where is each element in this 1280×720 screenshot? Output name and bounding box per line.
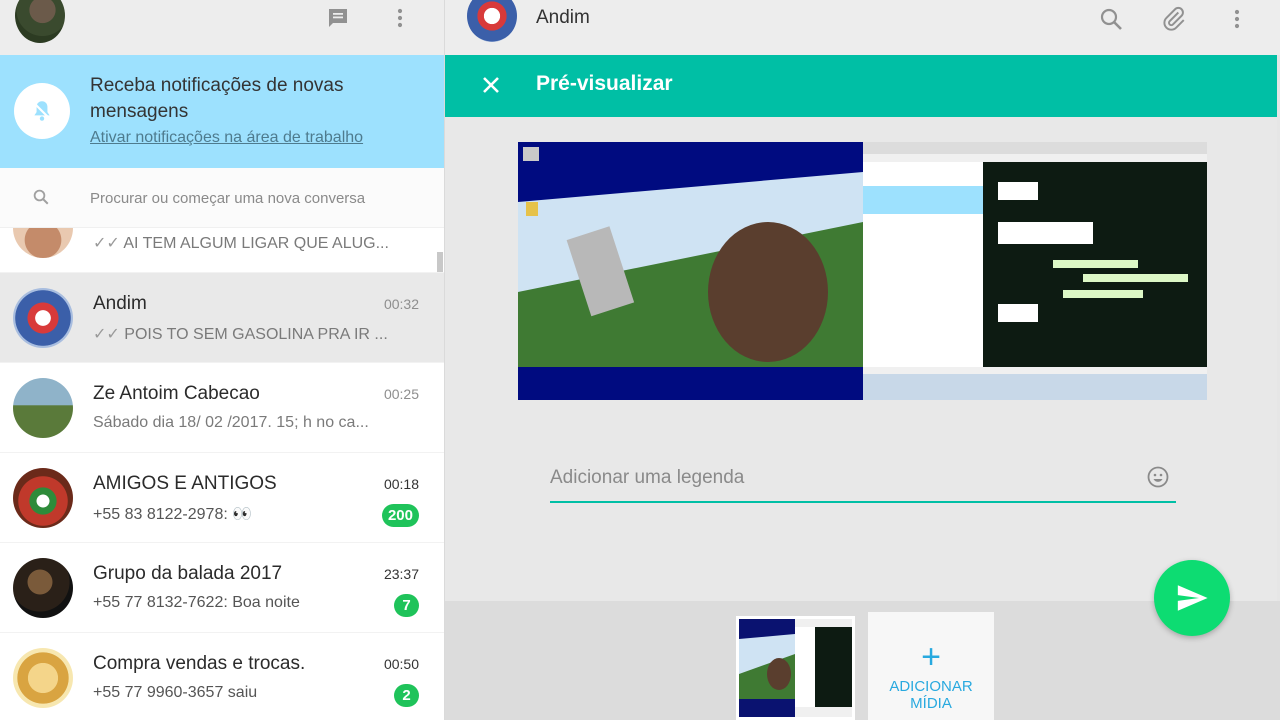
contact-name[interactable]: Andim [536, 7, 590, 29]
chat-name: Andim [93, 293, 147, 314]
send-button[interactable] [1154, 560, 1230, 636]
emoji-icon[interactable] [1146, 465, 1170, 494]
chat-time: 00:25 [383, 386, 419, 402]
avatar [13, 648, 73, 708]
bell-off-icon [14, 83, 70, 139]
unread-badge: 200 [381, 504, 419, 527]
media-preview-image [518, 142, 1207, 400]
my-profile-avatar[interactable] [15, 0, 65, 43]
preview-title: Pré-visualizar [536, 72, 673, 95]
chat-last-message: +55 77 9960-3657 saiu [93, 684, 258, 701]
chat-last-message: +55 83 8122-2978: 👀 [93, 506, 253, 523]
chat-name: AMIGOS E ANTIGOS [93, 473, 277, 494]
chat-time: 00:50 [383, 656, 419, 672]
avatar [13, 558, 73, 618]
add-media-label-line1: ADICIONAR [889, 678, 973, 695]
caption-placeholder: Adicionar uma legenda [550, 467, 745, 488]
conversation-pane: Andim Pré-visualizar Adicionar uma legen… [445, 0, 1280, 720]
chat-last-message: Sábado dia 18/ 02 /2017. 15; h no ca... [93, 414, 369, 431]
avatar [13, 468, 73, 528]
conversation-header: Andim [445, 0, 1280, 55]
chat-list-pane: Receba notificações de novas mensagens A… [0, 0, 445, 720]
add-media-label-line2: MÍDIA [910, 695, 952, 712]
chat-item-amigos[interactable]: AMIGOS E ANTIGOS 00:18 +55 83 8122-2978:… [0, 453, 444, 543]
add-media-button[interactable]: + ADICIONAR MÍDIA [868, 612, 994, 720]
chat-item-compra-vendas[interactable]: Compra vendas e trocas. 00:50 +55 77 996… [0, 633, 444, 720]
chat-name: Grupo da balada 2017 [93, 563, 283, 584]
notification-banner: Receba notificações de novas mensagens A… [0, 55, 444, 168]
contact-avatar[interactable] [467, 0, 517, 42]
chat-name: Ze Antoim Cabecao [93, 383, 260, 404]
left-header [0, 0, 444, 55]
close-icon[interactable] [479, 73, 503, 97]
new-chat-icon[interactable] [326, 6, 350, 30]
chat-time: 23:37 [383, 566, 419, 582]
chat-item-andim[interactable]: Andim 00:32 ✓✓ POIS TO SEM GASOLINA PRA … [0, 273, 444, 363]
chat-time: 00:18 [383, 476, 419, 492]
search-bar[interactable]: Procurar ou começar uma nova conversa [0, 168, 444, 228]
caption-input[interactable]: Adicionar uma legenda [550, 457, 1176, 503]
avatar [13, 378, 73, 438]
menu-icon[interactable] [1224, 6, 1250, 32]
chat-item-ze-antoim[interactable]: Ze Antoim Cabecao 00:25 Sábado dia 18/ 0… [0, 363, 444, 453]
chat-time: 00:32 [383, 296, 419, 312]
search-icon [32, 188, 50, 211]
plus-icon: + [921, 638, 941, 676]
search-icon[interactable] [1098, 6, 1124, 32]
media-thumbnail-strip: + ADICIONAR MÍDIA [445, 601, 1280, 720]
send-icon [1177, 585, 1208, 611]
chat-name: Compra vendas e trocas. [93, 653, 306, 674]
unread-badge: 7 [394, 594, 419, 617]
chat-item[interactable]: ✓✓ AI TEM ALGUM LIGAR QUE ALUG... [0, 228, 444, 273]
notification-title: Receba notificações de novas mensagens [90, 75, 344, 122]
media-thumbnail[interactable] [736, 616, 855, 720]
chat-last-message: ✓✓ AI TEM ALGUM LIGAR QUE ALUG... [93, 235, 389, 252]
chat-item-grupo-balada[interactable]: Grupo da balada 2017 23:37 +55 77 8132-7… [0, 543, 444, 633]
enable-notifications-link[interactable]: Ativar notificações na área de trabalho [90, 129, 363, 147]
avatar [13, 288, 73, 348]
chat-last-message: ✓✓ POIS TO SEM GASOLINA PRA IR ... [93, 326, 388, 343]
attach-icon[interactable] [1161, 6, 1187, 32]
chat-list: ✓✓ AI TEM ALGUM LIGAR QUE ALUG... Andim … [0, 228, 444, 720]
preview-header: Pré-visualizar [445, 55, 1277, 117]
unread-badge: 2 [394, 684, 419, 707]
chat-last-message: +55 77 8132-7622: Boa noite [93, 594, 300, 611]
menu-icon[interactable] [388, 6, 412, 30]
avatar [13, 228, 73, 258]
whatsapp-web-app: Receba notificações de novas mensagens A… [0, 0, 1280, 720]
search-input[interactable]: Procurar ou começar uma nova conversa [90, 190, 365, 207]
preview-body: Adicionar uma legenda [445, 117, 1277, 601]
